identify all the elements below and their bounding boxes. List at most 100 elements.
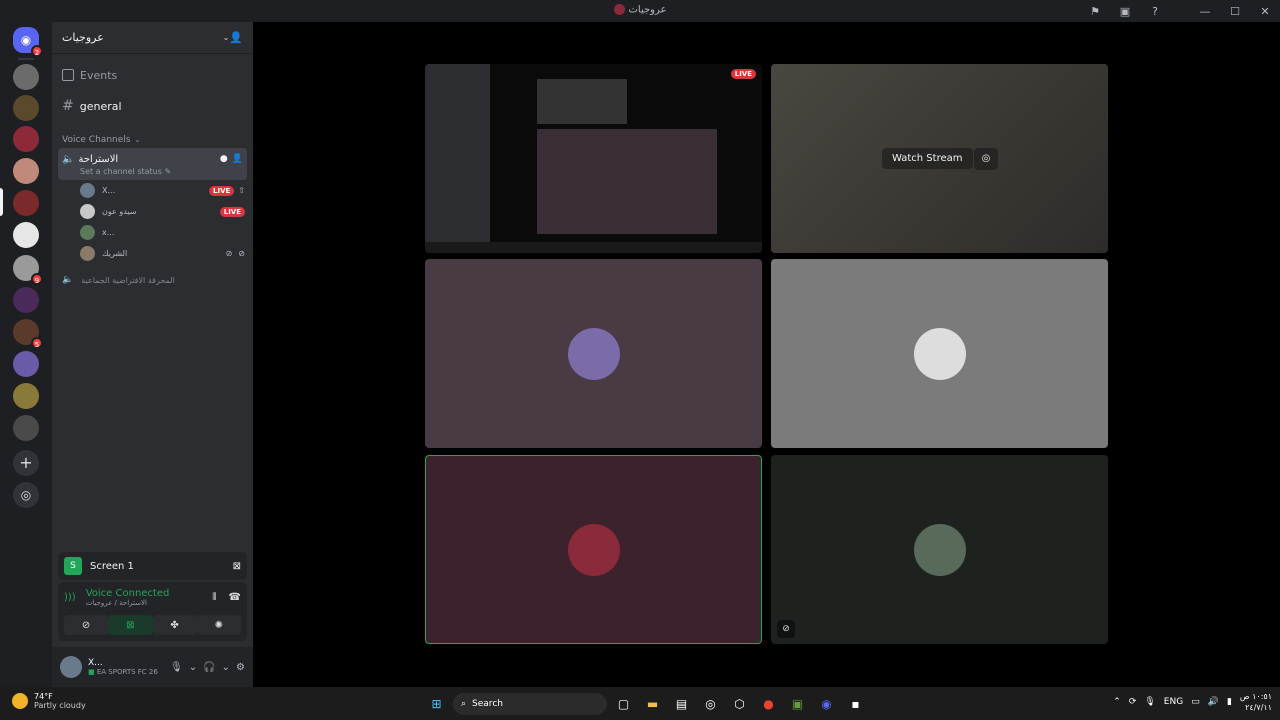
avatar[interactable] bbox=[60, 656, 82, 678]
stream-tile[interactable]: LIVE bbox=[425, 64, 762, 253]
participant-tile-speaking[interactable] bbox=[425, 455, 762, 644]
deafened-icon: ⊘ bbox=[777, 620, 795, 638]
clock[interactable]: ١٠:٥١ ص ٢٤/٧/١١ bbox=[1240, 691, 1272, 713]
search-box[interactable]: ⌕ Search bbox=[453, 692, 607, 715]
minimize-icon[interactable]: — bbox=[1190, 0, 1220, 22]
weather-widget[interactable]: 74°F Partly cloudy bbox=[12, 692, 86, 710]
chevron-down-icon[interactable]: ⌄ bbox=[189, 662, 197, 673]
avatar bbox=[80, 183, 95, 198]
gear-icon[interactable]: ⚙ bbox=[236, 662, 245, 673]
file-explorer-icon[interactable]: ▬ bbox=[640, 691, 665, 716]
channel-status[interactable]: Set a channel status ✎ bbox=[62, 167, 243, 176]
hash-icon: # bbox=[62, 98, 74, 114]
app-icon[interactable]: ◎ bbox=[698, 691, 723, 716]
activities-button[interactable]: ✤ bbox=[152, 615, 197, 635]
search-icon: ⌕ bbox=[461, 698, 467, 709]
chrome-icon[interactable]: ● bbox=[756, 691, 781, 716]
server-icon-1[interactable] bbox=[13, 64, 39, 90]
voice-member[interactable]: الشريك ⊘ ⊘ bbox=[52, 243, 253, 264]
voice-stage: LIVE Watch Stream ◎ ⊘ bbox=[253, 22, 1280, 687]
stream-preview bbox=[537, 129, 717, 234]
voice-member[interactable]: X... LIVE ⇧ bbox=[52, 180, 253, 201]
server-icon-3[interactable] bbox=[13, 126, 39, 152]
screen-label: Screen 1 bbox=[90, 560, 134, 572]
disconnect-icon[interactable]: ☎ bbox=[229, 592, 241, 603]
close-icon[interactable]: ✕ bbox=[1250, 0, 1280, 22]
app-icon[interactable]: ▣ bbox=[785, 691, 810, 716]
events-item[interactable]: Events bbox=[52, 60, 253, 90]
server-icon-4[interactable] bbox=[13, 158, 39, 184]
task-view-icon[interactable]: ▢ bbox=[611, 691, 636, 716]
voice-member[interactable]: x... bbox=[52, 222, 253, 243]
stop-stream-icon[interactable]: ⊠ bbox=[233, 561, 241, 572]
bottom-panel: S Screen 1 ⊠ ))) Voice Connected الاسترا… bbox=[52, 552, 253, 687]
server-icon-5[interactable] bbox=[13, 190, 39, 216]
avatar bbox=[80, 204, 95, 219]
chevron-down-icon[interactable]: ⌄ bbox=[222, 662, 230, 673]
store-icon[interactable]: ▤ bbox=[669, 691, 694, 716]
soundwave-icon[interactable]: ⦀ bbox=[212, 592, 216, 603]
discord-icon[interactable]: ◉ bbox=[814, 691, 839, 716]
discord-home-icon[interactable]: ◉ 2 bbox=[13, 27, 43, 57]
mic-icon[interactable]: 🎙 bbox=[1144, 697, 1155, 707]
user-panel: X... ■ EA SPORTS FC 26 🎙 ⌄ 🎧 ⌄ ⚙ bbox=[52, 647, 253, 687]
maximize-icon[interactable]: ☐ bbox=[1220, 0, 1250, 22]
stream-tile[interactable]: Watch Stream ◎ bbox=[771, 64, 1108, 253]
title-bar: عروجيات ⚑ ▣ ? — ☐ ✕ bbox=[0, 0, 1280, 22]
server-icon-11[interactable] bbox=[13, 383, 39, 409]
taskbar: 74°F Partly cloudy ⊞ ⌕ Search ▢ ▬ ▤ ◎ ⬡ … bbox=[0, 687, 1280, 720]
soundboard-button[interactable]: ✺ bbox=[196, 615, 241, 635]
app-icon[interactable]: ⬡ bbox=[727, 691, 752, 716]
user-name: X... bbox=[88, 658, 103, 668]
server-icon-7[interactable]: 9 bbox=[13, 255, 43, 285]
battery-icon[interactable]: ▮ bbox=[1227, 697, 1232, 707]
system-tray: ⌃ ⟳ 🎙 ENG ▭ 🔊 ▮ ١٠:٥١ ص ٢٤/٧/١١ bbox=[1113, 691, 1272, 713]
monitor-icon[interactable]: ▣ bbox=[1110, 0, 1140, 22]
server-badge: 9 bbox=[31, 273, 43, 285]
chevron-down-icon: ⌄ bbox=[222, 33, 230, 42]
voice-channel[interactable]: 🔈 المحرقة الافتراضية الجماعية bbox=[52, 270, 253, 290]
language-indicator[interactable]: ENG bbox=[1164, 697, 1183, 707]
participant-tile[interactable] bbox=[771, 259, 1108, 448]
channel-general[interactable]: # general bbox=[52, 94, 253, 118]
mic-icon[interactable]: 🎙 bbox=[170, 662, 183, 673]
add-member-icon[interactable]: 👤 bbox=[232, 154, 243, 164]
voice-member[interactable]: سيدو عون LIVE bbox=[52, 201, 253, 222]
stream-preview bbox=[425, 242, 762, 253]
selected-indicator bbox=[0, 188, 3, 216]
avatar bbox=[80, 225, 95, 240]
invite-icon[interactable]: 👤 bbox=[229, 31, 243, 44]
camera-off-button[interactable]: ⊘ bbox=[64, 615, 109, 635]
avatar bbox=[913, 327, 966, 380]
stream-preview bbox=[537, 79, 627, 124]
screen-share-button[interactable]: ⊠ bbox=[108, 615, 153, 635]
server-icon-2[interactable] bbox=[13, 95, 39, 121]
server-icon-10[interactable] bbox=[13, 351, 39, 377]
add-server-icon[interactable]: + bbox=[13, 450, 39, 476]
live-badge: LIVE bbox=[219, 206, 245, 217]
voice-location: الاستراحة / عروجيات bbox=[85, 599, 147, 607]
server-icon-6[interactable] bbox=[13, 222, 39, 248]
server-icon-12[interactable] bbox=[13, 415, 39, 441]
server-icon-8[interactable] bbox=[13, 287, 39, 313]
pop-out-icon[interactable]: ◎ bbox=[974, 148, 998, 170]
app-icon[interactable]: ▪ bbox=[843, 691, 868, 716]
inbox-icon[interactable]: ⚑ bbox=[1080, 0, 1110, 22]
voice-category[interactable]: Voice Channels ⌄ bbox=[52, 132, 253, 148]
headphones-icon[interactable]: 🎧 bbox=[203, 662, 215, 673]
server-icon-9[interactable]: 5 bbox=[13, 319, 43, 349]
participant-tile[interactable] bbox=[425, 259, 762, 448]
voice-channel-active[interactable]: 🔈 الاستراحة ● 👤 Set a channel status ✎ bbox=[58, 148, 247, 180]
participant-tile[interactable]: ⊘ bbox=[771, 455, 1108, 644]
help-icon[interactable]: ? bbox=[1140, 0, 1170, 22]
volume-icon[interactable]: 🔊 bbox=[1208, 697, 1219, 707]
windows-start-icon[interactable]: ⊞ bbox=[424, 691, 449, 716]
discover-icon[interactable]: ◎ bbox=[13, 482, 39, 508]
server-header[interactable]: عروجيات ⌄ 👤 bbox=[52, 22, 253, 54]
watch-stream-button[interactable]: Watch Stream bbox=[882, 148, 973, 169]
sync-icon[interactable]: ⟳ bbox=[1129, 697, 1137, 707]
chevron-up-icon[interactable]: ⌃ bbox=[1113, 697, 1121, 707]
screen-share-panel: S Screen 1 ⊠ bbox=[58, 552, 247, 580]
network-icon[interactable]: ▭ bbox=[1191, 697, 1200, 707]
chat-icon[interactable]: ● bbox=[220, 154, 228, 164]
